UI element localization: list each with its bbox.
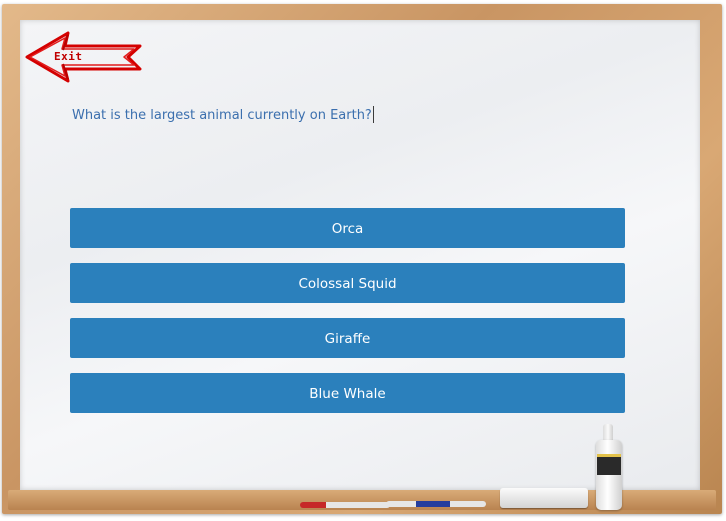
question-label: What is the largest animal currently on … xyxy=(72,108,372,123)
spray-label xyxy=(597,454,621,475)
question-text: What is the largest animal currently on … xyxy=(72,106,374,123)
blue-marker xyxy=(386,501,486,507)
spray-bottle xyxy=(595,424,623,510)
spray-body xyxy=(596,440,622,510)
text-caret xyxy=(372,106,374,123)
exit-button[interactable]: Exit xyxy=(24,30,146,84)
answer-list: Orca Colossal Squid Giraffe Blue Whale xyxy=(70,208,625,428)
spray-nozzle xyxy=(603,424,613,440)
answer-button-colossal-squid[interactable]: Colossal Squid xyxy=(70,263,625,303)
answer-button-blue-whale[interactable]: Blue Whale xyxy=(70,373,625,413)
exit-label: Exit xyxy=(54,50,83,63)
answer-button-orca[interactable]: Orca xyxy=(70,208,625,248)
red-marker xyxy=(300,502,390,508)
arrow-left-icon xyxy=(25,31,142,83)
answer-button-giraffe[interactable]: Giraffe xyxy=(70,318,625,358)
board-eraser xyxy=(500,488,588,508)
whiteboard-scene: Exit What is the largest animal currentl… xyxy=(0,0,726,521)
